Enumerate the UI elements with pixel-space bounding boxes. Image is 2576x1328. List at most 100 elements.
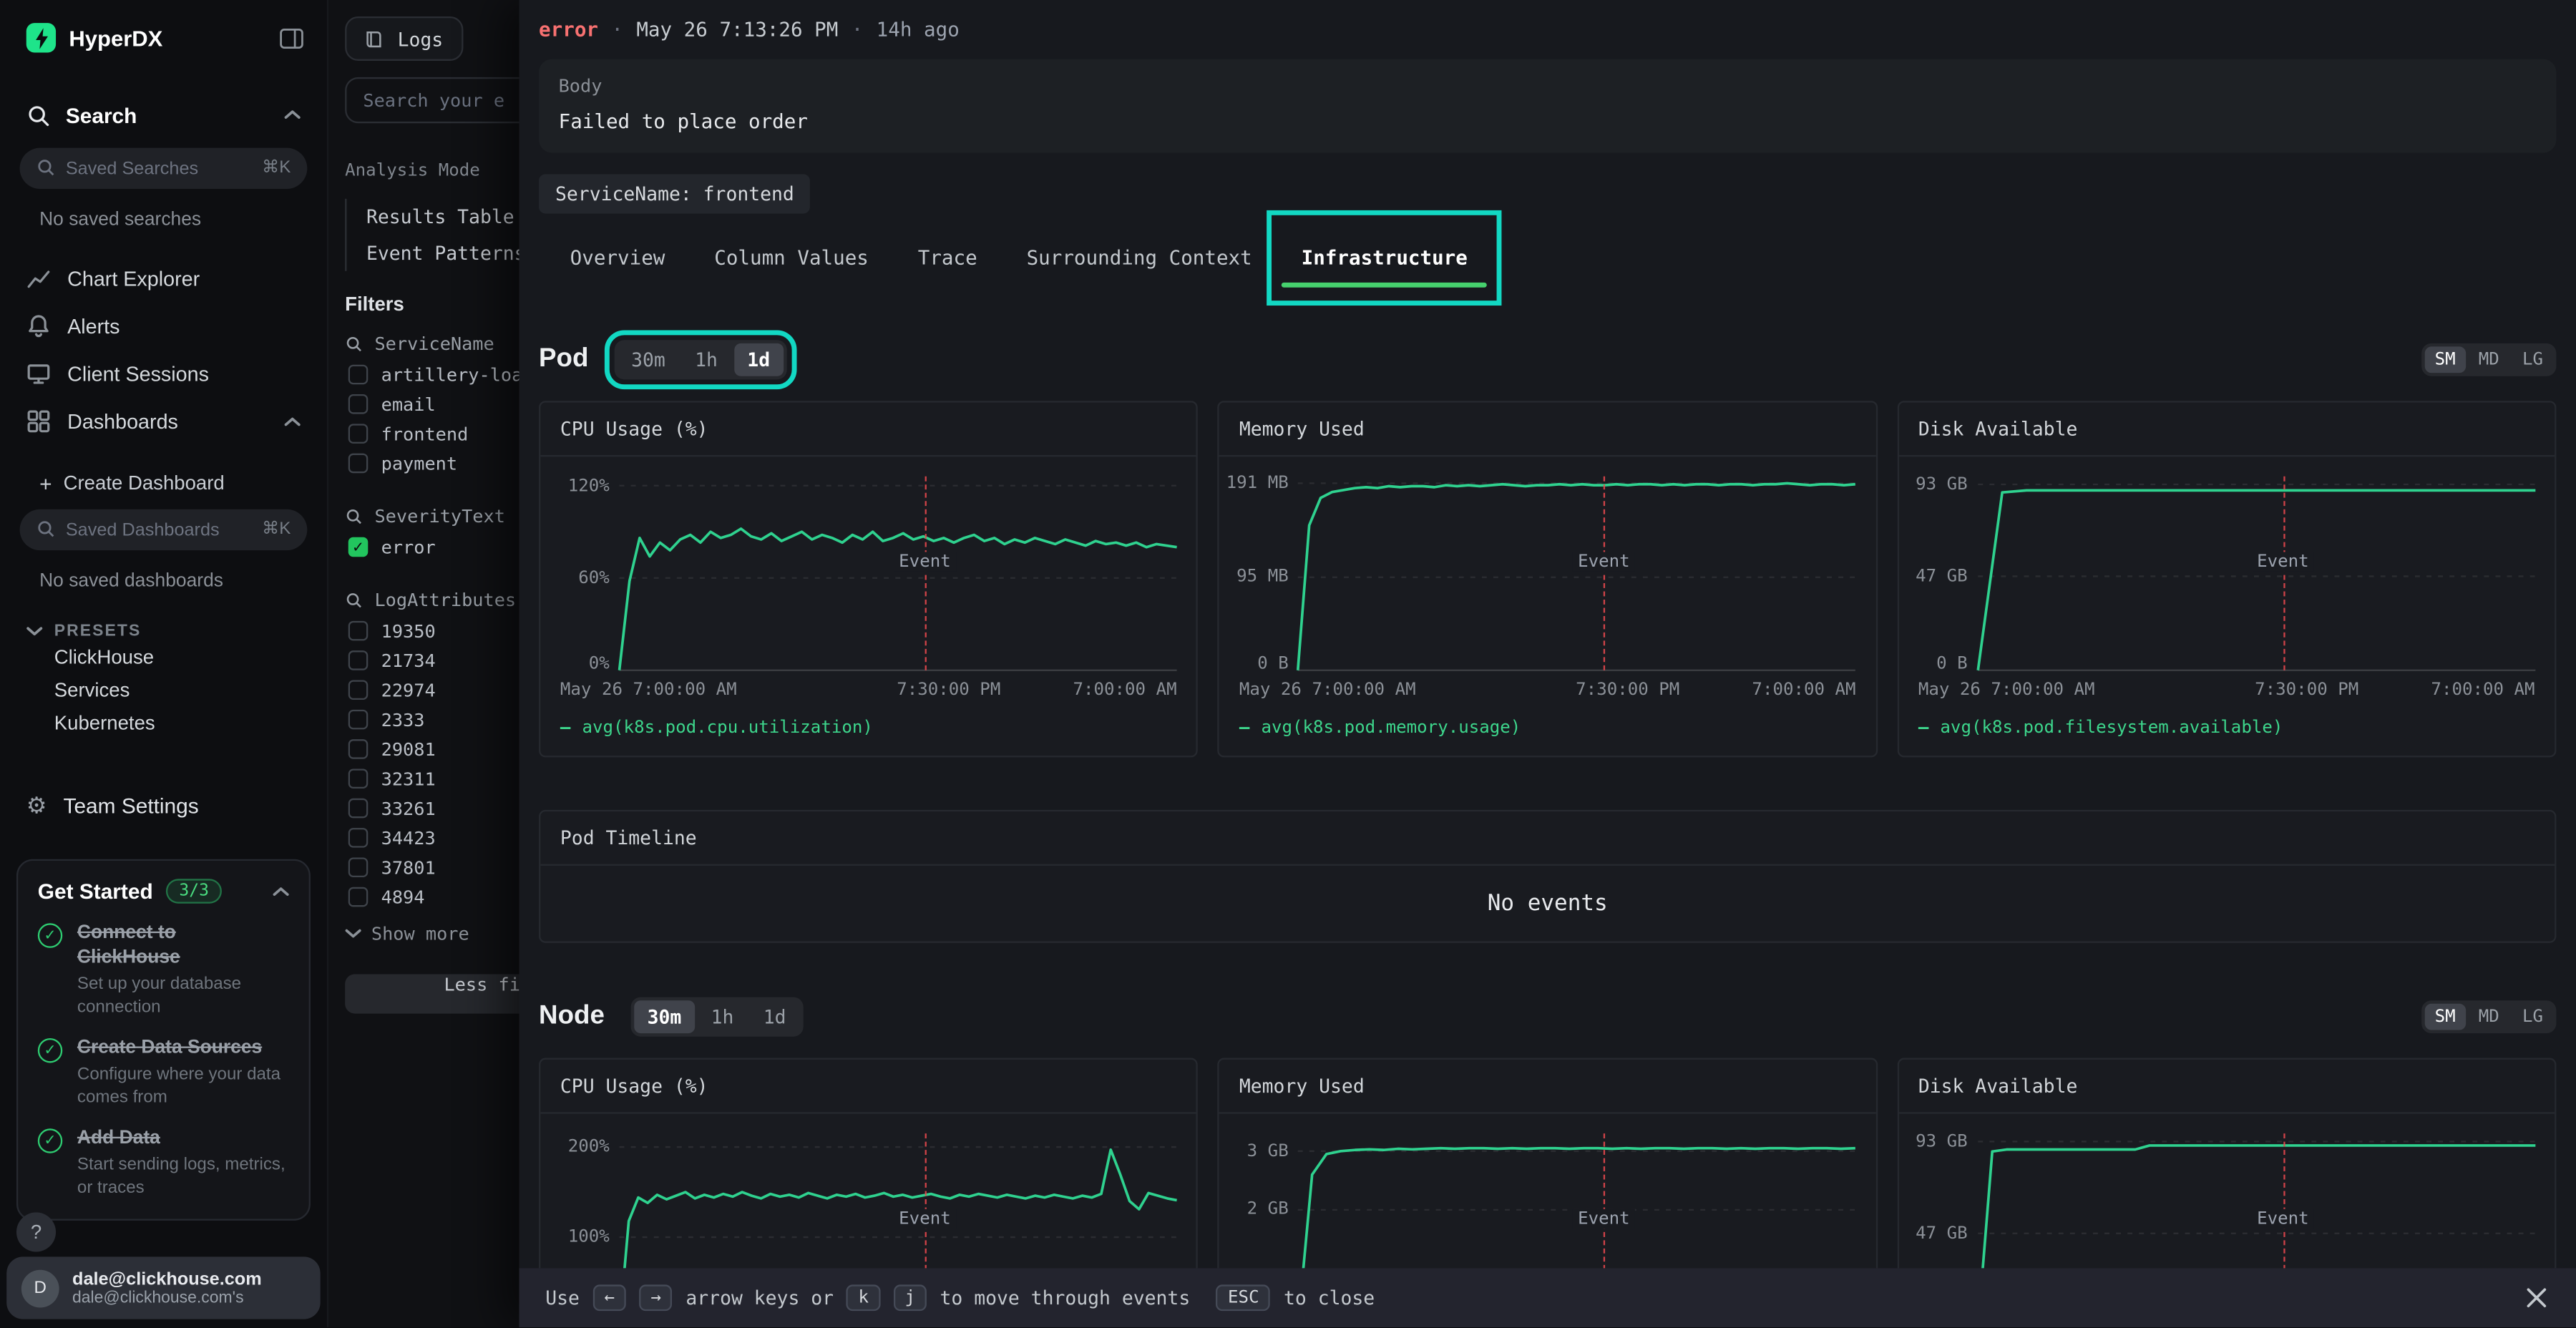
check-circle-icon: ✓: [38, 1038, 62, 1063]
avatar: D: [21, 1269, 59, 1307]
chart-card-node-cpu: CPU Usage (%)200%100%0%EventMay 26 7:00:…: [539, 1058, 1198, 1269]
filter-group-name: SeverityText: [374, 505, 504, 527]
legend-swatch: —: [1918, 718, 1929, 738]
body-value: Failed to place order: [559, 110, 2537, 133]
saved-searches-input-wrap: ⌘K: [20, 148, 308, 189]
chart-title-pod-memory: Memory Used: [1219, 402, 1875, 456]
get-started-item-subtitle: Start sending logs, metrics, or traces: [77, 1156, 288, 1201]
plus-icon: +: [39, 471, 52, 495]
pod-sizes-lg[interactable]: LG: [2512, 346, 2553, 373]
preset-services[interactable]: Services: [0, 678, 327, 711]
create-dashboard-button[interactable]: + Create Dashboard: [0, 467, 327, 499]
search-section-header[interactable]: Search: [0, 92, 327, 138]
user-menu[interactable]: D dale@clickhouse.com dale@clickhouse.co…: [6, 1256, 321, 1319]
checkbox-artillery-loa[interactable]: [348, 365, 369, 385]
checkbox-frontend[interactable]: [348, 424, 369, 444]
node-ranges-30m[interactable]: 30m: [634, 1000, 694, 1033]
filter-option-label: 29081: [381, 738, 436, 760]
y-axis-label: 0%: [547, 654, 610, 674]
hint-text: to close: [1284, 1286, 1375, 1309]
get-started-item-connect[interactable]: ✓ Connect to ClickHouse Set up your data…: [38, 922, 289, 1019]
close-icon[interactable]: [2524, 1284, 2550, 1311]
tab-surrounding-context[interactable]: Surrounding Context: [1002, 220, 1277, 296]
event-marker-line: [1604, 477, 1605, 670]
get-started-item-sources[interactable]: ✓ Create Data Sources Configure where yo…: [38, 1037, 289, 1110]
pod-timeline-card: Pod Timeline No events: [539, 810, 2556, 943]
node-sizes-sm[interactable]: SM: [2425, 1004, 2466, 1030]
preset-clickhouse[interactable]: ClickHouse: [0, 645, 327, 678]
pod-sizes-sm[interactable]: SM: [2425, 346, 2466, 373]
checkbox-error[interactable]: ✓: [348, 537, 369, 557]
checkbox-32311[interactable]: [348, 768, 369, 788]
pod-ranges-1h[interactable]: 1h: [682, 343, 731, 376]
chart-plot-node-disk: 93 GB47 GB0 BEvent: [1977, 1133, 2534, 1268]
preset-kubernetes[interactable]: Kubernetes: [0, 711, 327, 744]
checkbox-33261[interactable]: [348, 799, 369, 819]
tab-column-values[interactable]: Column Values: [690, 220, 894, 296]
filter-option-label: artillery-loa: [381, 364, 523, 386]
chevron-down-icon: [26, 626, 43, 636]
check-circle-icon: ✓: [38, 923, 62, 947]
sidebar-item-dashboards[interactable]: Dashboards: [0, 398, 327, 446]
pod-ranges-30m[interactable]: 30m: [618, 343, 678, 376]
chevron-down-icon: [345, 928, 361, 938]
pod-section-title: Pod: [539, 345, 588, 374]
event-marker-line: [924, 477, 926, 670]
hint-text: to move through events: [940, 1286, 1191, 1309]
team-settings-button[interactable]: ⚙ Team Settings: [0, 785, 327, 824]
node-ranges-1h[interactable]: 1h: [698, 1000, 747, 1033]
pod-ranges-1d[interactable]: 1d: [734, 343, 784, 376]
checkbox-2333[interactable]: [348, 710, 369, 730]
checkbox-19350[interactable]: [348, 621, 369, 641]
sidebar-item-alerts[interactable]: Alerts: [0, 302, 327, 350]
checkbox-29081[interactable]: [348, 739, 369, 759]
source-select-button[interactable]: Logs: [345, 16, 463, 61]
y-axis-label: 191 MB: [1226, 474, 1288, 494]
check-circle-icon: ✓: [38, 1129, 62, 1153]
collapse-sidebar-icon[interactable]: [279, 27, 303, 49]
arrow-right-key: →: [639, 1284, 673, 1311]
book-icon: [365, 29, 385, 49]
sidebar-item-client-sessions[interactable]: Client Sessions: [0, 350, 327, 398]
tab-trace[interactable]: Trace: [893, 220, 1002, 296]
legend-swatch: —: [1239, 718, 1250, 738]
y-axis-label: 47 GB: [1905, 567, 1967, 587]
y-axis-label: 95 MB: [1226, 567, 1288, 587]
node-ranges-1d[interactable]: 1d: [750, 1000, 799, 1033]
chart-card-pod-memory: Memory Used191 MB95 MB0 BEventMay 26 7:0…: [1218, 401, 1877, 757]
checkbox-34423[interactable]: [348, 828, 369, 848]
x-axis-label-mid: 7:30:00 PM: [1576, 680, 1679, 700]
checkbox-22974[interactable]: [348, 680, 369, 700]
checkbox-email[interactable]: [348, 394, 369, 414]
get-started-item-title: Connect to ClickHouse: [77, 922, 255, 971]
event-marker-label: Event: [894, 552, 955, 572]
user-org: dale@clickhouse.com's: [72, 1289, 262, 1307]
node-sizes-md[interactable]: MD: [2469, 1004, 2509, 1030]
get-started-header[interactable]: Get Started 3/3: [38, 879, 289, 903]
pod-sizes-md[interactable]: MD: [2469, 346, 2509, 373]
y-axis-label: 100%: [547, 1227, 610, 1247]
filter-option-label: 22974: [381, 679, 436, 700]
checkbox-payment[interactable]: [348, 454, 369, 474]
presets-toggle[interactable]: PRESETS: [0, 616, 327, 645]
app-title: HyperDX: [69, 26, 162, 50]
search-icon: [345, 507, 363, 524]
chart-plot-node-cpu: 200%100%0%Event: [620, 1133, 1177, 1268]
chart-title-pod-cpu: CPU Usage (%): [540, 402, 1196, 456]
nav-label: Client Sessions: [67, 362, 209, 385]
tab-infrastructure[interactable]: Infrastructure: [1277, 220, 1492, 296]
filter-group-name: LogAttributes: [374, 589, 516, 610]
event-header: error · May 26 7:13:26 PM · 14h ago: [539, 0, 2556, 59]
node-sizes-lg[interactable]: LG: [2512, 1004, 2553, 1030]
sidebar-header: HyperDX: [0, 0, 327, 62]
checkbox-4894[interactable]: [348, 887, 369, 907]
service-name-tag[interactable]: ServiceName: frontend: [539, 174, 811, 213]
checkbox-37801[interactable]: [348, 857, 369, 877]
sidebar-item-chart-explorer[interactable]: Chart Explorer: [0, 255, 327, 303]
monitor-icon: [26, 361, 51, 386]
get-started-item-add-data[interactable]: ✓ Add Data Start sending logs, metrics, …: [38, 1128, 289, 1201]
checkbox-21734[interactable]: [348, 650, 369, 670]
help-button[interactable]: ?: [16, 1212, 56, 1251]
event-marker-label: Event: [894, 1209, 955, 1229]
tab-overview[interactable]: Overview: [545, 220, 690, 296]
